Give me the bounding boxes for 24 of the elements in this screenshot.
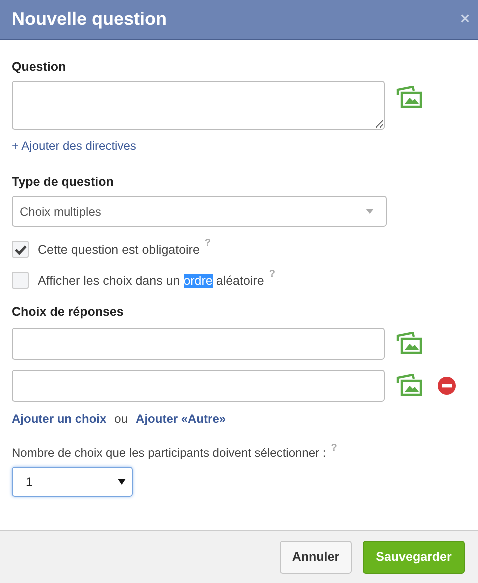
dialog-title: Nouvelle question (12, 9, 168, 30)
checkbox[interactable] (12, 241, 29, 258)
caret-icon[interactable] (118, 479, 126, 485)
field-label: Nombre de choix que les participants doivent sélectionner : (12, 446, 326, 460)
checkbox-label: Cette question est obligatoire (38, 242, 200, 256)
field-label: Type de question (12, 175, 115, 189)
question-field[interactable] (12, 81, 385, 130)
add-other-link[interactable]: Ajouter «Autre» (136, 412, 226, 426)
checkbox-label: Afficher les choix dans un ordre aléatoire (38, 274, 264, 288)
question-type-dropdown[interactable]: Choix multiples (12, 196, 387, 227)
add-choice-link[interactable]: Ajouter un choix (12, 412, 107, 426)
cancel-button[interactable]: Annuler (280, 540, 352, 574)
add-instructions-link[interactable]: + Ajouter des directives (12, 139, 136, 153)
count-dropdown[interactable]: 1 (12, 467, 133, 497)
image-icon[interactable] (396, 86, 422, 108)
image-icon[interactable] (396, 374, 422, 396)
image-icon[interactable] (396, 332, 422, 354)
field-label: Choix de réponses (12, 305, 125, 319)
checkbox[interactable] (12, 272, 29, 289)
separator-text: ou (114, 412, 128, 426)
answer-field[interactable] (12, 370, 385, 402)
remove-icon[interactable] (438, 377, 456, 395)
field-label: Question (12, 60, 68, 74)
answer-field[interactable] (12, 328, 385, 360)
